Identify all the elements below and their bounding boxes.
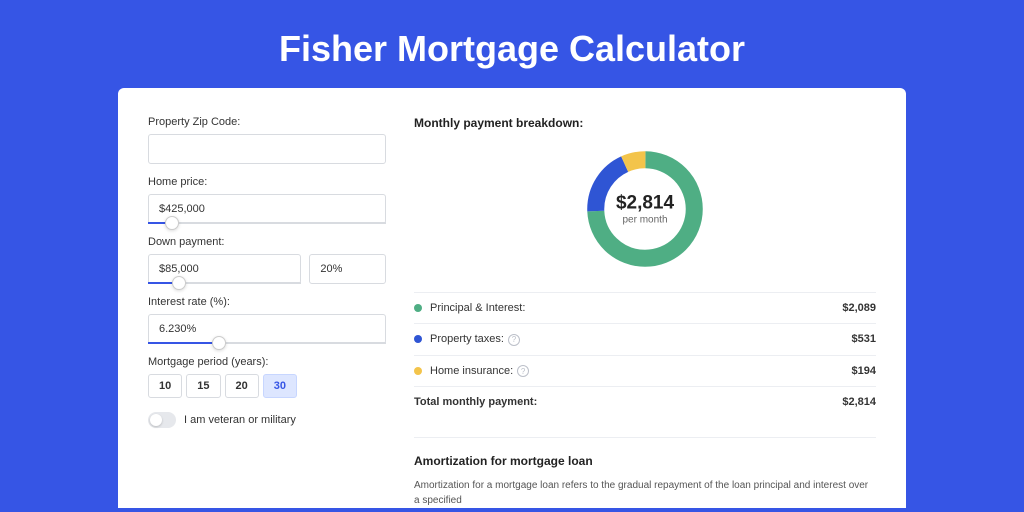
legend-dot bbox=[414, 304, 422, 312]
interest-rate-slider[interactable] bbox=[148, 342, 386, 344]
zip-field: Property Zip Code: bbox=[148, 116, 386, 164]
legend-value: $194 bbox=[852, 365, 876, 377]
legend-dot bbox=[414, 367, 422, 375]
amortization-title: Amortization for mortgage loan bbox=[414, 454, 876, 468]
interest-rate-label: Interest rate (%): bbox=[148, 296, 386, 308]
legend-row: Principal & Interest:$2,089 bbox=[414, 293, 876, 324]
interest-rate-field: Interest rate (%): bbox=[148, 296, 386, 344]
legend-total-row: Total monthly payment:$2,814 bbox=[414, 387, 876, 417]
legend-total-value: $2,814 bbox=[842, 396, 876, 408]
help-icon[interactable]: ? bbox=[517, 365, 529, 377]
period-button-20[interactable]: 20 bbox=[225, 374, 259, 398]
legend-row: Home insurance:?$194 bbox=[414, 356, 876, 388]
amortization-section: Amortization for mortgage loan Amortizat… bbox=[414, 437, 876, 508]
legend-label: Home insurance:? bbox=[430, 365, 852, 378]
calculator-card: Property Zip Code: Home price: Down paym… bbox=[118, 88, 906, 508]
veteran-toggle-knob bbox=[150, 414, 162, 426]
form-panel: Property Zip Code: Home price: Down paym… bbox=[148, 116, 386, 480]
legend-dot bbox=[414, 335, 422, 343]
veteran-toggle[interactable] bbox=[148, 412, 176, 428]
home-price-slider-thumb[interactable] bbox=[165, 216, 179, 230]
down-payment-label: Down payment: bbox=[148, 236, 386, 248]
legend-label: Principal & Interest: bbox=[430, 302, 842, 314]
period-button-15[interactable]: 15 bbox=[186, 374, 220, 398]
donut-sub: per month bbox=[616, 215, 674, 226]
period-button-10[interactable]: 10 bbox=[148, 374, 182, 398]
interest-rate-input[interactable] bbox=[148, 314, 386, 344]
donut-chart: $2,814 per month bbox=[414, 144, 876, 274]
zip-label: Property Zip Code: bbox=[148, 116, 386, 128]
home-price-input[interactable] bbox=[148, 194, 386, 224]
breakdown-title: Monthly payment breakdown: bbox=[414, 116, 876, 130]
down-payment-field: Down payment: bbox=[148, 236, 386, 284]
legend-row: Property taxes:?$531 bbox=[414, 324, 876, 356]
veteran-label: I am veteran or military bbox=[184, 414, 296, 426]
zip-input[interactable] bbox=[148, 134, 386, 164]
home-price-label: Home price: bbox=[148, 176, 386, 188]
page-title: Fisher Mortgage Calculator bbox=[0, 0, 1024, 88]
legend-label: Property taxes:? bbox=[430, 333, 852, 346]
mortgage-period-label: Mortgage period (years): bbox=[148, 356, 386, 368]
amortization-text: Amortization for a mortgage loan refers … bbox=[414, 478, 876, 508]
legend-total-label: Total monthly payment: bbox=[414, 396, 842, 408]
interest-rate-slider-thumb[interactable] bbox=[212, 336, 226, 350]
donut-amount: $2,814 bbox=[616, 193, 674, 215]
legend: Principal & Interest:$2,089Property taxe… bbox=[414, 292, 876, 417]
interest-rate-slider-fill bbox=[148, 342, 219, 344]
legend-value: $2,089 bbox=[842, 302, 876, 314]
down-payment-pct-input[interactable] bbox=[309, 254, 386, 284]
down-payment-input[interactable] bbox=[148, 254, 301, 284]
home-price-field: Home price: bbox=[148, 176, 386, 224]
donut-center: $2,814 per month bbox=[616, 193, 674, 226]
home-price-slider[interactable] bbox=[148, 222, 386, 224]
period-button-30[interactable]: 30 bbox=[263, 374, 297, 398]
mortgage-period-group: 10152030 bbox=[148, 374, 386, 398]
breakdown-panel: Monthly payment breakdown: $2,814 per mo… bbox=[414, 116, 876, 480]
mortgage-period-field: Mortgage period (years): 10152030 bbox=[148, 356, 386, 398]
down-payment-slider-thumb[interactable] bbox=[172, 276, 186, 290]
help-icon[interactable]: ? bbox=[508, 334, 520, 346]
veteran-row: I am veteran or military bbox=[148, 412, 386, 428]
down-payment-slider[interactable] bbox=[148, 282, 301, 284]
legend-value: $531 bbox=[852, 333, 876, 345]
